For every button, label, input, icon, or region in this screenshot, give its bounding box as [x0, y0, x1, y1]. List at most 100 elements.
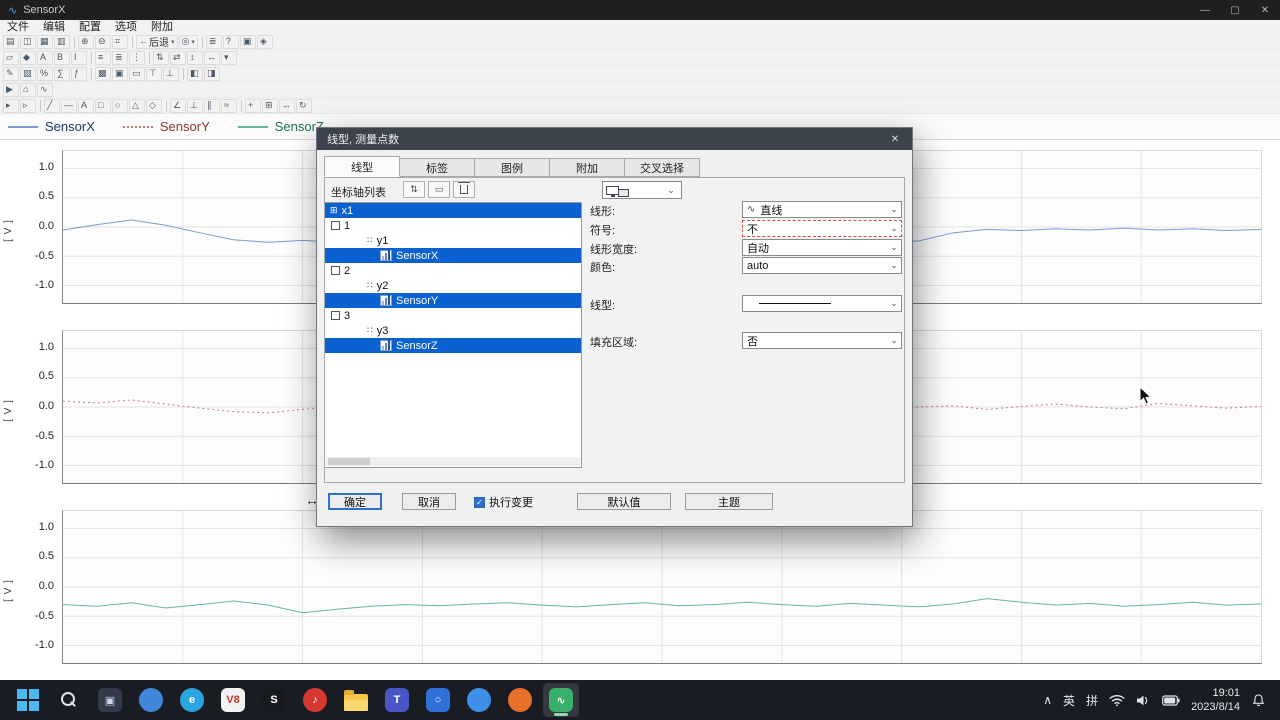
- group-button[interactable]: ▣: [112, 67, 128, 81]
- output-device-select[interactable]: ⌄: [602, 181, 682, 199]
- reorder-button[interactable]: ⇅: [403, 181, 425, 198]
- line-style-select[interactable]: ⌄: [742, 295, 902, 312]
- firefox-browser[interactable]: [502, 683, 538, 717]
- tree-item-1[interactable]: 1: [325, 218, 581, 233]
- scrollbar-thumb[interactable]: [328, 458, 370, 465]
- file-explorer[interactable]: [338, 683, 374, 717]
- edit-pencil-button[interactable]: ✎: [3, 67, 19, 81]
- dropdown-button[interactable]: ▾: [221, 51, 237, 65]
- expand-h-button[interactable]: ↔: [204, 51, 220, 65]
- target-button[interactable]: ◎▾: [179, 35, 198, 49]
- rect-tool-button[interactable]: □: [95, 99, 111, 113]
- wave-button[interactable]: ∿: [37, 83, 53, 97]
- new-file-button[interactable]: ▤: [3, 35, 19, 49]
- menu-config[interactable]: 配置: [72, 20, 108, 34]
- tray-expand-icon[interactable]: ∧: [1043, 693, 1052, 707]
- lasso-button[interactable]: ▹: [20, 99, 36, 113]
- tab-labels[interactable]: 标签: [399, 158, 475, 177]
- align-bottom-button[interactable]: ⊥: [163, 67, 179, 81]
- layers-button[interactable]: ▩: [95, 67, 111, 81]
- tree-item-y3[interactable]: ∷y3: [325, 323, 581, 338]
- steam-app[interactable]: S: [256, 683, 292, 717]
- volume-icon[interactable]: [1136, 694, 1151, 707]
- approx-button[interactable]: ≈: [221, 99, 237, 113]
- pointer-tool-button[interactable]: ▶: [3, 83, 19, 97]
- print-button[interactable]: ▥: [54, 35, 70, 49]
- language-indicator[interactable]: 英: [1063, 692, 1075, 709]
- zoom-out-button[interactable]: ⊖: [95, 35, 111, 49]
- symbol-select[interactable]: 不⌄: [742, 220, 902, 237]
- tab-cross-select[interactable]: 交叉选择: [624, 158, 700, 177]
- info-button[interactable]: ◈: [257, 35, 273, 49]
- home-view-button[interactable]: ⌂: [20, 83, 36, 97]
- taskbar-clock[interactable]: 19:01 2023/8/14: [1191, 686, 1240, 715]
- tree-item-3[interactable]: 3: [325, 308, 581, 323]
- menu-extras[interactable]: 附加: [144, 20, 180, 34]
- diamond-tool-button[interactable]: ◇: [146, 99, 162, 113]
- delete-button[interactable]: [453, 181, 475, 198]
- swap-button[interactable]: ⇄: [170, 51, 186, 65]
- refresh-button[interactable]: ↻: [296, 99, 312, 113]
- tab-line-type[interactable]: 线型: [324, 156, 400, 177]
- color-select[interactable]: auto⌄: [742, 257, 902, 274]
- legend-item-sensorz[interactable]: SensorZ: [238, 119, 324, 134]
- line-width-select[interactable]: 自动⌄: [742, 239, 902, 256]
- tree-item-x1[interactable]: ⊞x1: [325, 203, 581, 218]
- pattern-button[interactable]: ▧: [20, 67, 36, 81]
- triangle-tool-button[interactable]: △: [129, 99, 145, 113]
- lock-left-button[interactable]: ◧: [187, 67, 203, 81]
- ellipse-tool-button[interactable]: ○: [112, 99, 128, 113]
- line-tool-button[interactable]: ╱: [44, 99, 60, 113]
- maximize-button[interactable]: ▢: [1220, 0, 1250, 20]
- tree-item-y1[interactable]: ∷y1: [325, 233, 581, 248]
- help-button[interactable]: ?: [223, 35, 239, 49]
- function-button[interactable]: ƒ: [71, 67, 87, 81]
- frame-button[interactable]: ▭: [129, 67, 145, 81]
- teams-app[interactable]: T: [379, 683, 415, 717]
- grid-view-button[interactable]: ⌗: [112, 35, 128, 49]
- zoom-in-button[interactable]: ⊕: [78, 35, 94, 49]
- manual-button[interactable]: ≣: [206, 35, 222, 49]
- dialog-close-button[interactable]: ✕: [878, 128, 912, 150]
- worksheet-button[interactable]: ▱: [3, 51, 19, 65]
- menu-file[interactable]: 文件: [0, 20, 36, 34]
- percent-button[interactable]: %: [37, 67, 53, 81]
- align-left-button[interactable]: ≡: [95, 51, 111, 65]
- ok-button[interactable]: 确定: [328, 493, 382, 510]
- apply-changes-checkbox[interactable]: ✓: [474, 497, 485, 508]
- tree-item-y2[interactable]: ∷y2: [325, 278, 581, 293]
- tree-item-sensory[interactable]: SensorY: [325, 293, 581, 308]
- perpendicular-button[interactable]: ⊥: [187, 99, 203, 113]
- capture-tool[interactable]: ○: [420, 683, 456, 717]
- sort-button[interactable]: ⇅: [153, 51, 169, 65]
- open-file-button[interactable]: ◫: [20, 35, 36, 49]
- wifi-icon[interactable]: [1109, 694, 1125, 707]
- tree-item-sensorx[interactable]: SensorX: [325, 248, 581, 263]
- tab-legend[interactable]: 图例: [474, 158, 550, 177]
- close-button[interactable]: ✕: [1250, 0, 1280, 20]
- search-button[interactable]: [51, 683, 87, 717]
- hline-tool-button[interactable]: —: [61, 99, 77, 113]
- pin-button[interactable]: ◆: [20, 51, 36, 65]
- fill-area-select[interactable]: 否⌄: [742, 332, 902, 349]
- align-top-button[interactable]: ⊤: [146, 67, 162, 81]
- taskview-button[interactable]: ▣: [92, 683, 128, 717]
- tab-extras[interactable]: 附加: [549, 158, 625, 177]
- start-button[interactable]: [10, 683, 46, 717]
- crosshair-button[interactable]: +: [245, 99, 261, 113]
- save-button[interactable]: ▦: [37, 35, 53, 49]
- dialog-titlebar[interactable]: 线型, 测量点数 ✕: [317, 128, 912, 150]
- theme-button[interactable]: 主题: [685, 493, 773, 510]
- tree-item-2[interactable]: 2: [325, 263, 581, 278]
- parallel-button[interactable]: ∥: [204, 99, 220, 113]
- rename-button[interactable]: ▭: [428, 181, 450, 198]
- music-app[interactable]: ♪: [297, 683, 333, 717]
- minimize-button[interactable]: —: [1190, 0, 1220, 20]
- menu-edit[interactable]: 编辑: [36, 20, 72, 34]
- legend-item-sensorx[interactable]: SensorX: [8, 119, 95, 134]
- browser-app[interactable]: [461, 683, 497, 717]
- sensorx-app[interactable]: ∿: [543, 683, 579, 717]
- cancel-button[interactable]: 取消: [402, 493, 456, 510]
- expand-v-button[interactable]: ↕: [187, 51, 203, 65]
- battery-icon[interactable]: [1162, 695, 1180, 706]
